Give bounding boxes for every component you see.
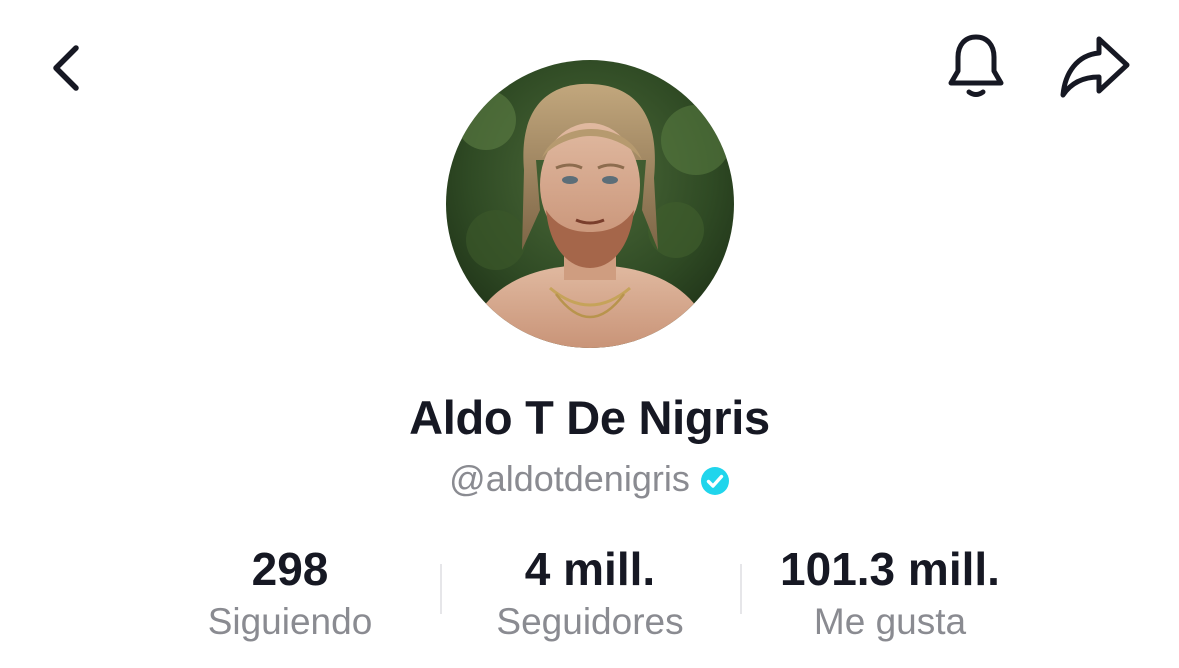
stat-following-value: 298 [251,543,329,595]
stat-followers[interactable]: 4 mill. Seguidores [440,540,740,646]
stat-following[interactable]: 298 Siguiendo [140,540,440,646]
stat-followers-label: Seguidores [496,601,684,642]
stat-likes-value: 101.3 mill. [780,543,1000,595]
profile-name: Aldo T De Nigris [409,391,770,444]
stat-likes-label: Me gusta [813,601,967,642]
stat-following-label: Siguiendo [207,601,373,642]
share-button[interactable] [1052,30,1136,102]
profile-handle: @aldotdenigris [449,458,690,499]
stat-followers-value: 4 mill. [524,543,656,595]
share-arrow-icon [1060,36,1130,98]
verified-badge-icon [700,467,729,495]
handle-row: @aldotdenigris [0,458,1179,500]
avatar-photo [446,60,734,348]
stat-likes[interactable]: 101.3 mill. Me gusta [740,540,1040,646]
bell-icon [948,34,1004,97]
chevron-left-icon [53,45,79,91]
notification-bell-button[interactable] [940,30,1012,102]
profile-stats: 298 Siguiendo 4 mill. Seguidores 101.3 m… [140,540,1040,650]
back-button[interactable] [30,32,102,104]
profile-avatar[interactable] [446,60,734,348]
profile-page: Aldo T De Nigris @aldotdenigris 298 Sigu… [0,0,1179,668]
